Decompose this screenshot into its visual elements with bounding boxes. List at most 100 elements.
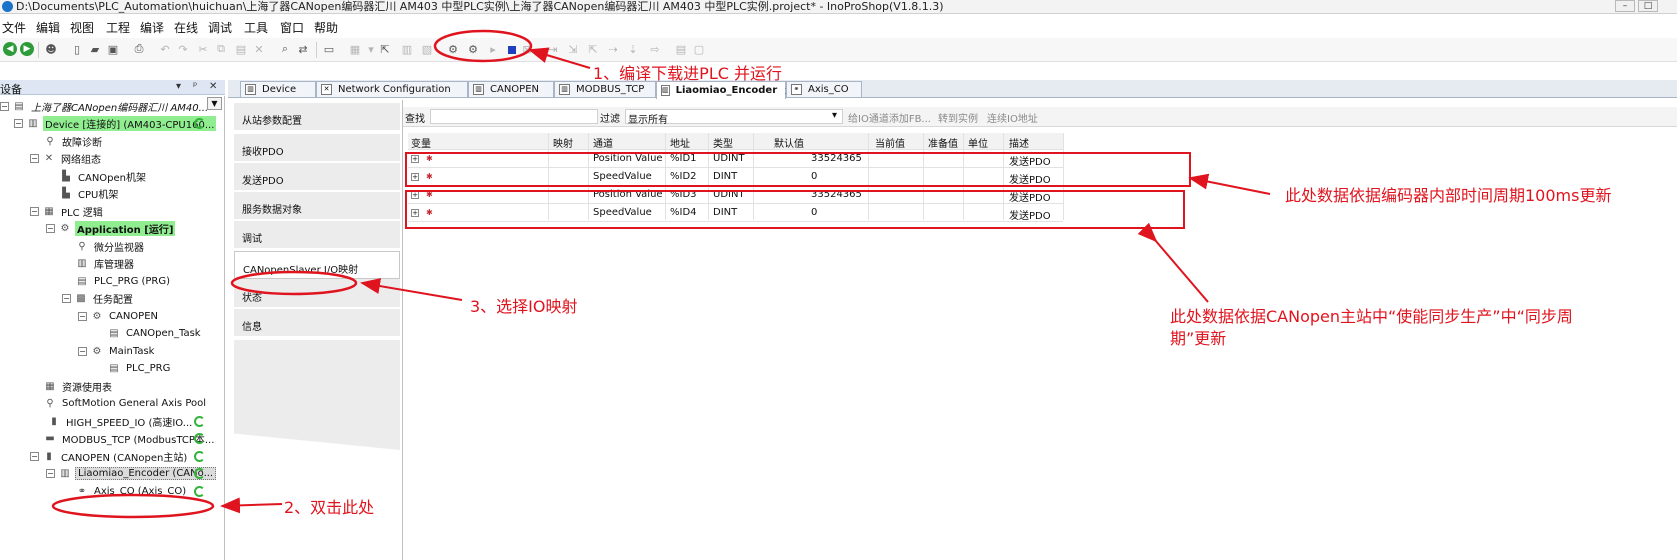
build-icon[interactable]: ▥: [400, 42, 414, 56]
logout-icon[interactable]: ⚙: [466, 42, 480, 56]
tree-node-maintask-plc-prg[interactable]: ▤ PLC_PRG: [108, 360, 172, 376]
tab-canopen[interactable]: ▥ CANOPEN: [468, 81, 554, 97]
menu-view[interactable]: 视图: [70, 19, 94, 36]
rebuild-icon[interactable]: ▧: [420, 42, 434, 56]
panel-dropdown-icon[interactable]: ▾: [176, 81, 181, 92]
tab-axis-co[interactable]: ⚭ Axis_CO: [786, 81, 862, 97]
menu-build[interactable]: 编译: [140, 19, 164, 36]
pin-icon[interactable]: ᵖ: [193, 81, 197, 92]
login-icon[interactable]: ⚙: [446, 42, 460, 56]
menu-tools[interactable]: 工具: [244, 19, 268, 36]
collapse-icon[interactable]: −: [0, 101, 9, 111]
monitor-icon[interactable]: ▤: [674, 42, 688, 56]
menu-window[interactable]: 窗口: [280, 19, 304, 36]
tree-node-modbus-tcp[interactable]: ▬ MODBUS_TCP (ModbusTCP本...: [44, 430, 216, 446]
paste-icon[interactable]: ▤: [234, 42, 248, 56]
print-icon[interactable]: ⎙: [132, 42, 146, 56]
tree-node-resource-table[interactable]: ▦ 资源使用表: [44, 378, 114, 394]
tree-node-softmotion[interactable]: ⚲ SoftMotion General Axis Pool: [44, 395, 208, 411]
tree-node-cpu-rack[interactable]: ▙ CPU机架: [60, 185, 120, 201]
cut-icon[interactable]: ✂: [196, 42, 210, 56]
menu-project[interactable]: 工程: [106, 19, 130, 36]
save-icon[interactable]: ▣: [106, 42, 120, 56]
breakpoint-icon[interactable]: ⇣: [626, 42, 640, 56]
subnav-io-mapping[interactable]: CANopenSlaver I/O映射: [234, 251, 400, 279]
open-folder-icon[interactable]: ▰: [88, 42, 102, 56]
tree-node-liaomiao-encoder[interactable]: − ▥ Liaomiao_Encoder (CANo...: [46, 465, 217, 481]
dropdown-icon[interactable]: ▾: [364, 42, 378, 56]
export-icon[interactable]: ⇱: [378, 42, 392, 56]
start-icon[interactable]: ▸: [486, 42, 500, 56]
arrow-icon[interactable]: ⇨: [648, 42, 662, 56]
search-input[interactable]: [430, 109, 598, 124]
menu-debug[interactable]: 调试: [208, 19, 232, 36]
collapse-icon[interactable]: −: [30, 153, 39, 163]
collapse-icon[interactable]: −: [14, 118, 23, 128]
step-over-icon[interactable]: ⇥: [546, 42, 560, 56]
minimize-button[interactable]: –: [1615, 0, 1635, 12]
tab-network-configuration[interactable]: ✕ Network Configuration: [316, 81, 468, 97]
user-icon[interactable]: ☻: [44, 42, 58, 56]
redo-icon[interactable]: ↷: [176, 42, 190, 56]
tree-node-diff-monitor[interactable]: ⚲ 微分监视器: [76, 238, 146, 254]
collapse-icon[interactable]: −: [46, 468, 55, 478]
tree-node-application[interactable]: − ⚙ Application [运行]: [46, 220, 176, 236]
collapse-icon[interactable]: −: [30, 451, 39, 461]
subnav-debug[interactable]: 调试: [234, 221, 400, 249]
find-icon[interactable]: ⌕: [278, 42, 292, 56]
tree-node-diagnosis[interactable]: ⚲ 故障诊断: [44, 133, 104, 149]
back-icon[interactable]: ◀: [3, 42, 17, 56]
tab-device[interactable]: ▥ Device: [240, 81, 316, 97]
subnav-slave-params[interactable]: 从站参数配置: [234, 103, 400, 131]
collapse-icon[interactable]: −: [78, 346, 87, 356]
new-file-icon[interactable]: ▯: [70, 42, 84, 56]
menu-online[interactable]: 在线: [174, 19, 198, 36]
delete-icon[interactable]: ✕: [252, 42, 266, 56]
maximize-button[interactable]: □: [1638, 0, 1658, 12]
goto-instance-button[interactable]: 转到实例: [938, 110, 978, 125]
tree-node-canopen-master[interactable]: − ▮ CANOPEN (CANopen主站): [30, 448, 189, 464]
tree-node-task-canopen[interactable]: − ⚙ CANOPEN: [78, 308, 160, 324]
subnav-tpdo[interactable]: 发送PDO: [234, 163, 400, 191]
stop-icon[interactable]: [508, 46, 516, 54]
subnav-rpdo[interactable]: 接收PDO: [234, 134, 400, 162]
forward-icon[interactable]: ▶: [20, 42, 34, 56]
watch-icon[interactable]: ▢: [692, 42, 706, 56]
tree-node-maintask[interactable]: − ⚙ MainTask: [78, 343, 156, 359]
menu-file[interactable]: 文件: [2, 19, 26, 36]
subnav-info[interactable]: 信息: [234, 309, 400, 337]
tree-node-network[interactable]: − ✕ 网络组态: [30, 150, 103, 166]
tree-node-task-config[interactable]: − ▩ 任务配置: [62, 290, 135, 306]
tree-node-canopen-task[interactable]: ▤ CANOpen_Task: [108, 325, 203, 341]
window-icon[interactable]: ▭: [322, 42, 336, 56]
add-fb-button[interactable]: 给IO通道添加FB...: [848, 110, 931, 125]
grid-icon[interactable]: ▦: [348, 42, 362, 56]
undo-icon[interactable]: ↶: [158, 42, 172, 56]
tree-node-high-speed-io[interactable]: ▮ HIGH_SPEED_IO (高速IO...: [48, 413, 194, 429]
reset-icon[interactable]: ⊠: [520, 42, 534, 56]
tree-node-canopen-rack[interactable]: ▙ CANOpen机架: [60, 168, 148, 184]
filter-select[interactable]: 显示所有 ▾: [625, 109, 843, 126]
replace-icon[interactable]: ⇄: [296, 42, 310, 56]
subnav-status[interactable]: 状态: [234, 280, 400, 308]
tree-node-library-manager[interactable]: ▥ 库管理器: [76, 255, 136, 271]
tree-node-plc-logic[interactable]: − ▦ PLC 逻辑: [30, 203, 105, 219]
step-out-icon[interactable]: ⇱: [586, 42, 600, 56]
close-icon[interactable]: ✕: [209, 81, 217, 92]
tree-node-plc-prg[interactable]: ▤ PLC_PRG (PRG): [76, 273, 172, 289]
copy-icon[interactable]: ⧉: [214, 42, 228, 56]
step-into-icon[interactable]: ⇲: [566, 42, 580, 56]
online-io-button[interactable]: 连续IO地址: [987, 110, 1038, 125]
collapse-icon[interactable]: −: [30, 206, 39, 216]
collapse-icon[interactable]: −: [78, 311, 87, 321]
tree-node-project[interactable]: − ▤ 上海了器CANopen编码器汇川 AM40...: [0, 98, 210, 114]
tree-node-device[interactable]: − ▥ Device [连接的] (AM403-CPU160...: [14, 115, 217, 131]
collapse-icon[interactable]: −: [46, 223, 55, 233]
tree-node-axis-co[interactable]: ⚭ Axis_CO (Axis_CO): [76, 483, 188, 499]
menu-edit[interactable]: 编辑: [36, 19, 60, 36]
cursor-icon[interactable]: ⇢: [606, 42, 620, 56]
subnav-sdo[interactable]: 服务数据对象: [234, 192, 400, 220]
collapse-icon[interactable]: −: [62, 293, 71, 303]
tree-dropdown-button[interactable]: ▼: [207, 97, 222, 110]
menu-help[interactable]: 帮助: [314, 19, 338, 36]
